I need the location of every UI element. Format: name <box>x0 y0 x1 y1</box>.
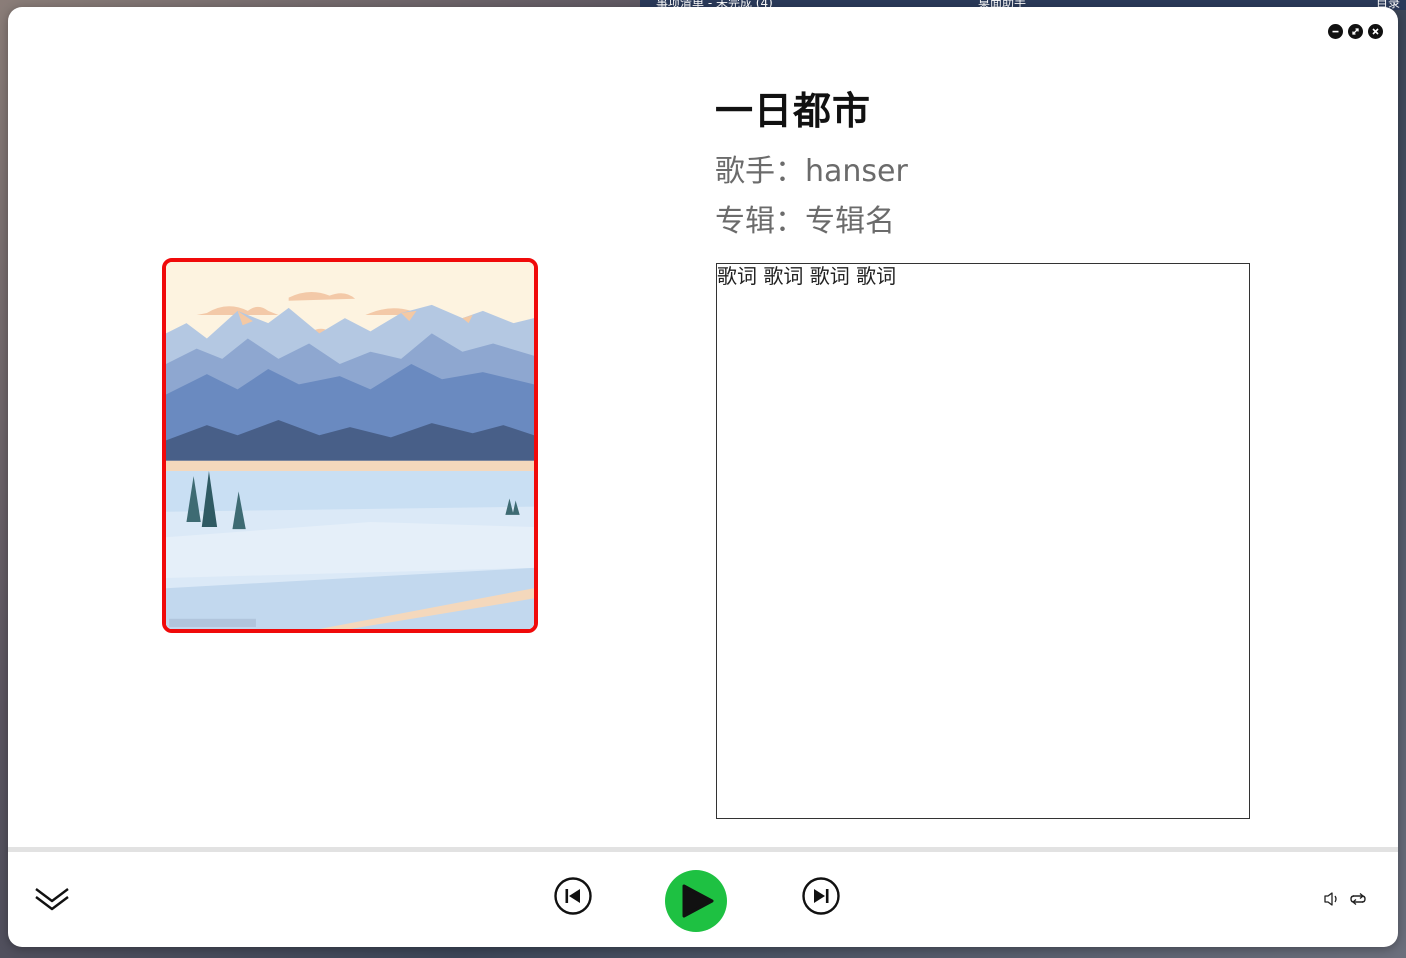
loop-mode-button[interactable] <box>1348 891 1368 907</box>
album-line: 专辑：专辑名 <box>715 204 895 239</box>
double-chevron-down-icon <box>35 888 69 911</box>
song-title: 一日都市 <box>715 89 872 133</box>
volume-icon <box>1324 892 1337 906</box>
album-cover <box>162 258 538 633</box>
volume-button[interactable] <box>1323 891 1341 907</box>
skip-next-icon <box>802 877 840 915</box>
winter-landscape-image <box>166 262 534 629</box>
close-icon <box>1372 28 1379 35</box>
loop-icon <box>1350 893 1366 905</box>
progress-bar[interactable] <box>8 847 1398 852</box>
minimize-button[interactable] <box>1328 24 1343 39</box>
minimize-icon <box>1332 30 1339 33</box>
lyrics-panel[interactable]: 歌词 歌词 歌词 歌词 <box>716 263 1250 819</box>
player-window: 一日都市 歌手：hanser 专辑：专辑名 歌词 歌词 歌词 歌词 <box>8 7 1398 947</box>
close-button[interactable] <box>1368 24 1383 39</box>
play-button[interactable] <box>664 869 728 933</box>
maximize-button[interactable] <box>1348 24 1363 39</box>
window-controls <box>1328 24 1383 39</box>
skip-previous-icon <box>554 877 592 915</box>
collapse-button[interactable] <box>32 883 72 915</box>
lyrics-text: 歌词 歌词 歌词 歌词 <box>717 264 897 288</box>
previous-track-button[interactable] <box>553 876 593 916</box>
next-track-button[interactable] <box>801 876 841 916</box>
expand-icon <box>1352 28 1359 35</box>
play-icon <box>665 870 727 932</box>
singer-line: 歌手：hanser <box>715 154 908 189</box>
